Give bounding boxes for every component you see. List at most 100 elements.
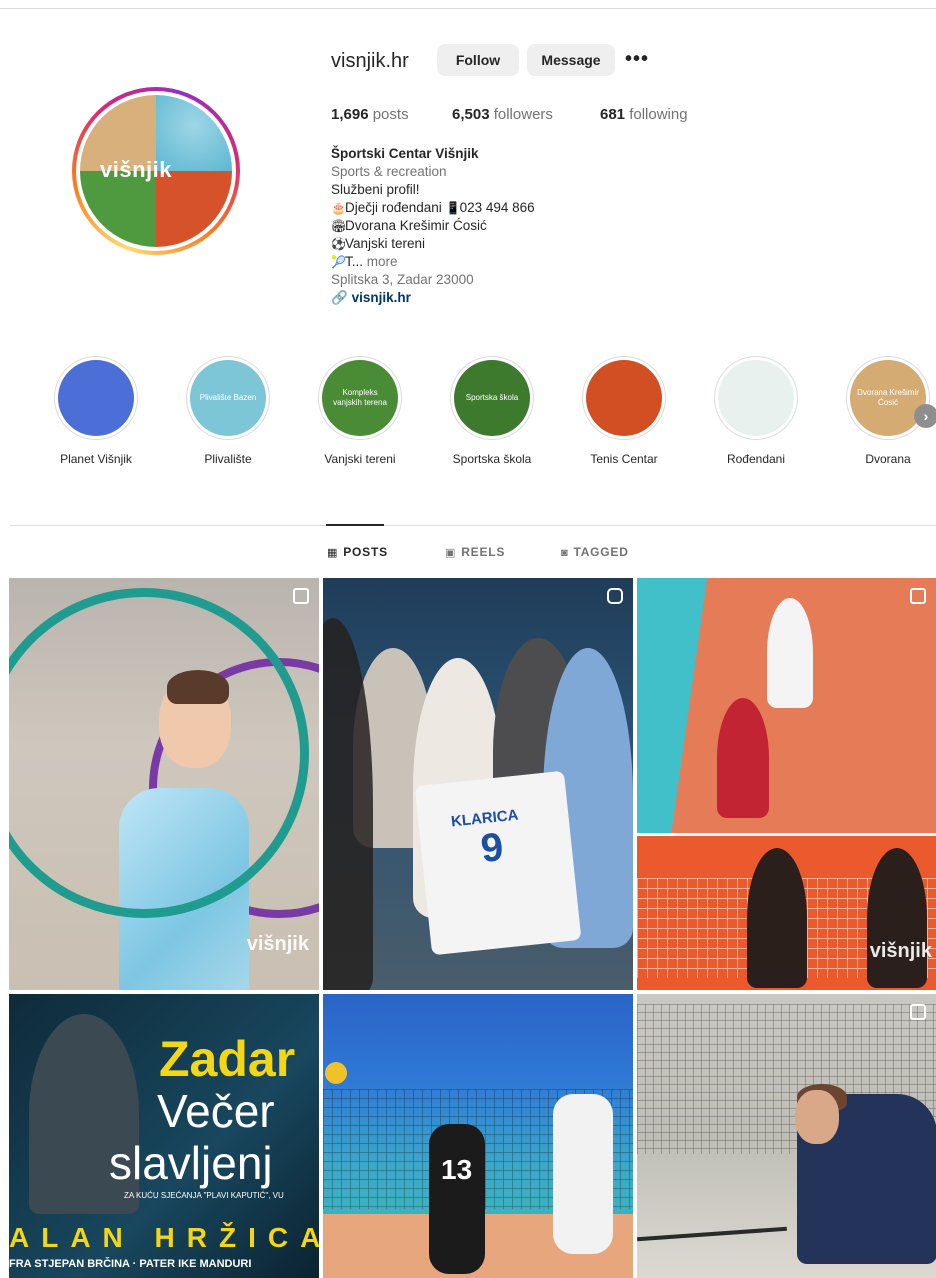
carousel-icon [293, 588, 309, 604]
highlight-label: Planet Višnjik [60, 452, 132, 466]
post-4-title-slavljenja: slavljenj [109, 1137, 273, 1189]
post-3-watermark: višnjik [869, 940, 932, 962]
bio-website-link[interactable]: visnjik.hr [352, 290, 411, 305]
bio-outdoor-text: Vanjski tereni [345, 236, 426, 251]
post-tile-1[interactable]: višnjik [9, 578, 319, 990]
highlight-ring: Dvorana Krešimir Ćosić [846, 356, 930, 440]
highlight-item[interactable]: Kompleks vanjskih terena Vanjski tereni [318, 356, 402, 466]
highlight-label: Dvorana [865, 452, 911, 466]
highlight-cover: Plivalište Bazen [190, 360, 266, 436]
bio-more-link[interactable]: more [367, 254, 398, 269]
post-3-player-blocker-2 [867, 848, 927, 988]
tab-tagged-label: TAGGED [573, 545, 629, 559]
tabs-divider [10, 525, 936, 526]
followers-label: followers [493, 106, 553, 123]
bio-category: Sports & recreation [331, 164, 447, 179]
highlight-item[interactable]: Rođendani [714, 356, 798, 466]
bio-line-birthdays: 🎂Dječji rođendani 📱023 494 866 [331, 199, 751, 217]
avatar-image: višnjik [80, 95, 232, 247]
bio-address[interactable]: Splitska 3, Zadar 23000 [331, 271, 751, 289]
stat-followers[interactable]: 6,503 followers [452, 106, 553, 123]
highlight-label: Plivalište [204, 452, 252, 466]
bio-birthdays-text: Dječji rođendani [345, 200, 442, 215]
bio-truncated-text: T... [345, 254, 364, 269]
bio-link-row[interactable]: 🔗 visnjik.hr [331, 289, 751, 307]
active-tab-indicator [326, 524, 384, 526]
reel-icon [607, 588, 623, 604]
highlight-label: Vanjski tereni [324, 452, 396, 466]
grid-icon: ▦ [327, 547, 339, 559]
carousel-icon [910, 588, 926, 604]
stat-following[interactable]: 681 following [600, 106, 688, 123]
post-2-jersey-number: 9 [478, 824, 506, 872]
tennis-racket-icon: 🎾 [331, 255, 346, 269]
bio-hall-text: Dvorana Krešimir Ćosić [345, 218, 487, 233]
top-divider [0, 8, 936, 9]
tab-reels-label: REELS [461, 545, 506, 559]
tagged-icon: ◙ [561, 547, 569, 559]
highlight-cover-text: Kompleks vanjskih terena [333, 388, 387, 407]
highlight-cover-text: Dvorana Krešimir Ćosić [857, 388, 919, 407]
highlight-ring: Kompleks vanjskih terena [318, 356, 402, 440]
highlight-ring [582, 356, 666, 440]
highlight-item[interactable]: Sportska škola Sportska škola [450, 356, 534, 466]
bio-line-hall: 🏟Dvorana Krešimir Ćosić [331, 217, 751, 235]
post-4-title-zadar: Zadar [159, 1031, 296, 1087]
post-tile-5[interactable]: 13 [323, 994, 633, 1278]
highlight-cover [586, 360, 662, 436]
highlight-ring: Plivalište Bazen [186, 356, 270, 440]
message-button[interactable]: Message [527, 44, 615, 76]
highlight-label: Sportska škola [452, 452, 532, 466]
posts-label: posts [372, 106, 409, 123]
tab-tagged[interactable]: ◙ TAGGED [561, 545, 629, 559]
tab-reels[interactable]: ▣ REELS [445, 545, 505, 559]
follow-button[interactable]: Follow [437, 44, 519, 76]
more-options-icon[interactable]: ••• [625, 48, 649, 71]
stadium-icon: 🏟 [331, 219, 347, 233]
reels-icon: ▣ [445, 547, 457, 559]
link-icon: 🔗 [331, 290, 348, 305]
followers-count: 6,503 [452, 106, 490, 123]
post-4-title-vecer: Večer [157, 1085, 275, 1137]
stat-posts: 1,696 posts [331, 106, 409, 123]
post-5-player-white [553, 1094, 613, 1254]
bio-phone-text: 023 494 866 [459, 200, 535, 215]
highlight-cover: Dvorana Krešimir Ćosić [850, 360, 926, 436]
carousel-icon [910, 1004, 926, 1020]
highlight-item[interactable]: Planet Višnjik [54, 356, 138, 466]
post-tile-6[interactable] [637, 994, 936, 1278]
highlight-item[interactable]: Tenis Centar [582, 356, 666, 466]
post-5-jersey-number: 13 [441, 1154, 473, 1185]
post-tile-4[interactable]: Zadar Večer slavljenj ZA KUĆU SJEĆANJA "… [9, 994, 319, 1278]
profile-username: visnjik.hr [331, 50, 409, 72]
highlight-ring [54, 356, 138, 440]
posts-count: 1,696 [331, 106, 369, 123]
highlight-cover-text: Sportska škola [465, 393, 519, 402]
post-5-player-black [429, 1124, 485, 1274]
avatar-logo-text: višnjik [100, 157, 172, 182]
highlight-cover: Kompleks vanjskih terena [322, 360, 398, 436]
highlight-cover: Sportska škola [454, 360, 530, 436]
post-4-guests: FRA STJEPAN BRČINA · PATER IKE MANDURI [9, 1258, 252, 1270]
highlight-item[interactable]: Plivalište Bazen Plivalište [186, 356, 270, 466]
post-6-player-head [795, 1090, 839, 1144]
post-tile-3[interactable]: višnjik [637, 578, 936, 990]
post-5-volleyball [325, 1062, 347, 1084]
post-4-artist: ALAN HRŽICA [9, 1222, 319, 1253]
profile-avatar[interactable]: višnjik [72, 87, 240, 255]
phone-icon: 📱 [445, 201, 461, 215]
cake-icon: 🎂 [331, 201, 346, 215]
soccer-ball-icon: ⚽ [331, 237, 346, 251]
profile-bio: Športski Centar Višnjik Sports & recreat… [331, 145, 751, 307]
highlights-next-arrow-icon[interactable]: › [914, 404, 936, 428]
highlight-cover [718, 360, 794, 436]
post-tile-2[interactable]: KLARICA 9 [323, 578, 633, 990]
highlight-label: Tenis Centar [590, 452, 658, 466]
highlight-cover-text: Plivalište Bazen [199, 393, 257, 402]
tab-posts[interactable]: ▦ POSTS [327, 545, 388, 559]
highlight-label: Rođendani [726, 452, 786, 466]
tab-posts-label: POSTS [343, 545, 388, 559]
bio-line-truncated: 🎾T... more [331, 253, 751, 271]
highlight-ring [714, 356, 798, 440]
post-3-player-blocker-1 [747, 848, 807, 988]
